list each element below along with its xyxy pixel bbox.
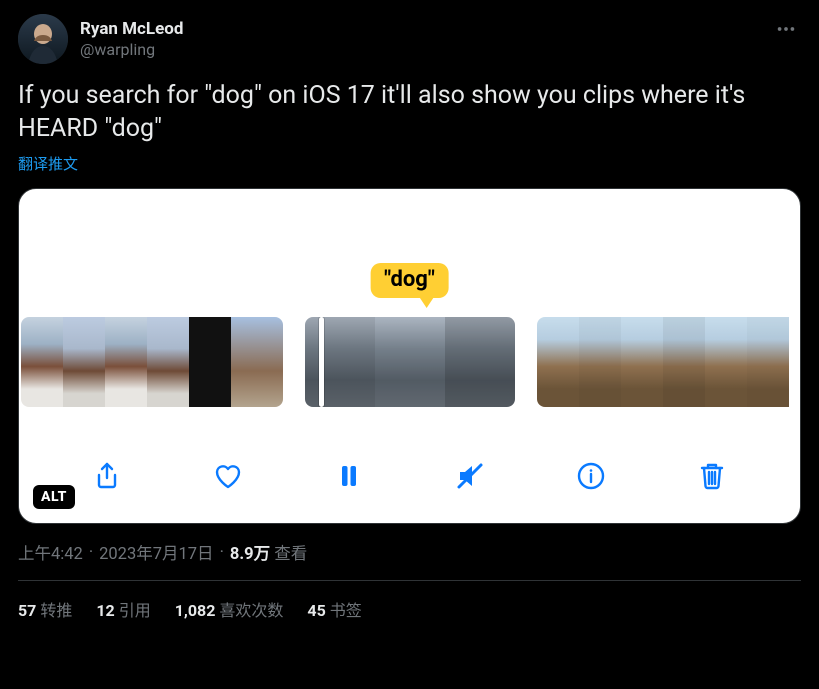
likes-stat[interactable]: 1,082喜欢次数 [175, 597, 284, 621]
video-timeline[interactable] [19, 317, 800, 407]
mute-icon[interactable] [452, 458, 488, 494]
translate-link[interactable]: 翻译推文 [18, 153, 78, 174]
thumb [63, 317, 105, 407]
trash-icon[interactable] [694, 458, 730, 494]
thumb [747, 317, 789, 407]
tweet-date[interactable]: 2023年7月17日 [99, 540, 213, 564]
clip-group-1[interactable] [21, 317, 283, 407]
thumb [105, 317, 147, 407]
alt-badge[interactable]: ALT [33, 485, 75, 509]
thumb [621, 317, 663, 407]
views-label: 查看 [274, 545, 307, 564]
thumb [537, 317, 579, 407]
thumb [147, 317, 189, 407]
info-icon[interactable] [573, 458, 609, 494]
share-icon[interactable] [89, 458, 125, 494]
thumb [375, 317, 445, 407]
display-name[interactable]: Ryan McLeod [80, 19, 183, 39]
thumb [705, 317, 747, 407]
thumb [445, 317, 515, 407]
thumb [663, 317, 705, 407]
clip-group-3[interactable] [537, 317, 797, 407]
clip-group-2[interactable] [305, 317, 515, 407]
meta-sep: · [220, 543, 224, 562]
user-handle[interactable]: @warpling [80, 40, 183, 59]
thumb [231, 317, 283, 407]
more-icon[interactable] [771, 14, 801, 48]
user-block[interactable]: Ryan McLeod @warpling [18, 14, 183, 64]
thumb [189, 317, 231, 407]
stats-row: 57转推 12引用 1,082喜欢次数 45书签 [18, 581, 801, 621]
caption-bubble: "dog" [370, 263, 449, 298]
tweet-container: Ryan McLeod @warpling If you search for … [0, 0, 819, 621]
thumb [579, 317, 621, 407]
tweet-text: If you search for "dog" on iOS 17 it'll … [18, 80, 801, 145]
tweet-header: Ryan McLeod @warpling [18, 14, 801, 64]
playhead[interactable] [319, 317, 324, 407]
media-toolbar [19, 447, 800, 505]
media-card[interactable]: "dog" [18, 188, 801, 524]
thumb [21, 317, 63, 407]
views-count: 8.9万 [230, 545, 270, 564]
pause-icon[interactable] [331, 458, 367, 494]
retweets-stat[interactable]: 57转推 [18, 597, 72, 621]
avatar[interactable] [18, 14, 68, 64]
thumb [305, 317, 375, 407]
tweet-time[interactable]: 上午4:42 [18, 540, 83, 564]
meta-sep: · [89, 543, 93, 562]
tweet-meta: 上午4:42 · 2023年7月17日 · 8.9万 查看 [18, 540, 801, 564]
heart-icon[interactable] [210, 458, 246, 494]
quotes-stat[interactable]: 12引用 [96, 597, 150, 621]
bookmarks-stat[interactable]: 45书签 [307, 597, 361, 621]
